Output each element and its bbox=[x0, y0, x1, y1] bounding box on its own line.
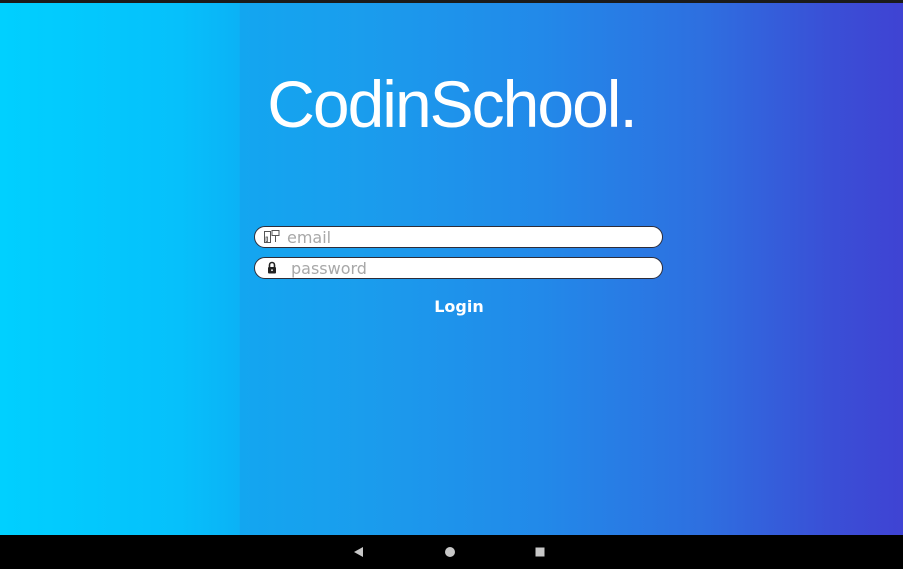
login-screen-background: CodinSchool. Login bbox=[0, 3, 903, 535]
home-button[interactable] bbox=[441, 543, 459, 561]
back-button[interactable] bbox=[350, 543, 368, 561]
recents-button[interactable] bbox=[531, 543, 549, 561]
password-field[interactable] bbox=[254, 257, 663, 279]
app-screen: CodinSchool. Login bbox=[0, 0, 903, 569]
login-button[interactable]: Login bbox=[404, 293, 514, 319]
system-navigation-bar bbox=[0, 535, 903, 569]
email-field[interactable] bbox=[254, 226, 663, 248]
password-input[interactable] bbox=[291, 258, 651, 278]
recents-icon bbox=[535, 547, 545, 557]
app-logo: CodinSchool. bbox=[267, 67, 638, 141]
back-icon bbox=[354, 547, 363, 557]
email-input[interactable] bbox=[287, 227, 647, 247]
home-icon bbox=[445, 547, 455, 557]
id-card-icon bbox=[264, 230, 280, 243]
lock-icon bbox=[268, 261, 276, 274]
